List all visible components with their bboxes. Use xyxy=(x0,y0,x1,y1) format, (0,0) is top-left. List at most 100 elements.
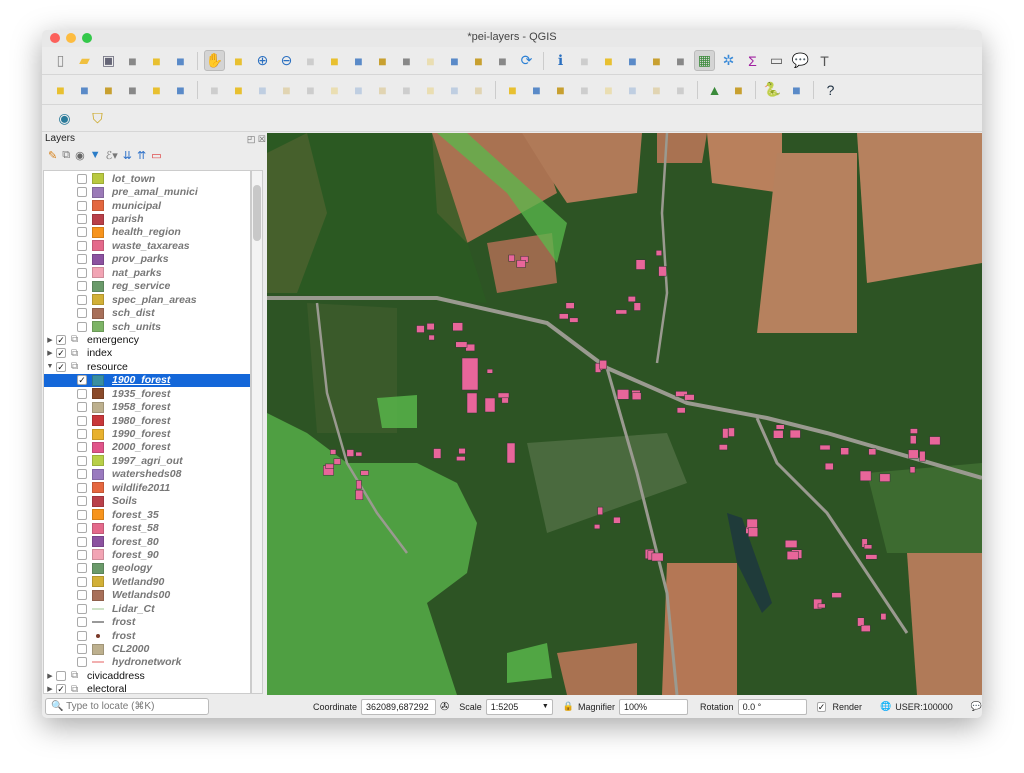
zoom-native-icon[interactable]: ■ xyxy=(300,50,321,71)
layer-visibility-checkbox[interactable]: ✓ xyxy=(77,375,87,386)
layer-visibility-checkbox[interactable] xyxy=(77,496,87,507)
expand-all-icon[interactable]: ⇊ xyxy=(123,149,132,162)
change-label-icon[interactable]: ■ xyxy=(646,79,667,100)
layer-item[interactable]: forest_90 xyxy=(44,548,250,561)
new-bookmark-icon[interactable]: ■ xyxy=(444,50,465,71)
visibility-icon[interactable]: ◉ xyxy=(75,149,85,162)
render-checkbox[interactable]: ✓ xyxy=(816,701,827,712)
expand-right-icon[interactable]: ▶ xyxy=(44,672,56,680)
save-project-icon[interactable]: ▣ xyxy=(98,50,119,71)
zoom-selection-icon[interactable]: ■ xyxy=(348,50,369,71)
layer-item[interactable]: reg_service xyxy=(44,280,250,293)
refresh-icon[interactable]: ⟳ xyxy=(516,50,537,71)
plugin-shield-icon[interactable]: ⛉ xyxy=(87,108,108,129)
digitize-layer-icon[interactable]: ■ xyxy=(170,79,191,100)
layer-item[interactable]: wildlife2011 xyxy=(44,481,250,494)
coordinate-field[interactable]: 362089,687292 xyxy=(361,698,436,715)
layer-visibility-checkbox[interactable] xyxy=(77,523,87,534)
remove-layer-icon[interactable]: ▭ xyxy=(151,149,161,162)
filter-icon[interactable]: ▼ xyxy=(90,149,101,161)
layer-item[interactable]: municipal xyxy=(44,199,250,212)
layer-visibility-checkbox[interactable] xyxy=(77,536,87,547)
diagram-icon[interactable]: ■ xyxy=(526,79,547,100)
expression-filter-icon[interactable]: ℰ▾ xyxy=(106,149,118,162)
zoom-next-icon[interactable]: ■ xyxy=(420,50,441,71)
expand-right-icon[interactable]: ▶ xyxy=(44,349,56,357)
layer-visibility-checkbox[interactable] xyxy=(77,388,87,399)
zoom-full-icon[interactable]: ■ xyxy=(324,50,345,71)
layer-item[interactable]: forest_80 xyxy=(44,535,250,548)
layer-group-emergency[interactable]: ▶ ✓ ⧉ emergency xyxy=(44,333,250,346)
layer-item[interactable]: frost xyxy=(44,615,250,628)
layer-visibility-checkbox[interactable] xyxy=(77,657,87,668)
expand-down-icon[interactable]: ▼ xyxy=(44,363,56,370)
magnifier-spinbox[interactable]: 100% xyxy=(619,698,689,715)
new-virtual-icon[interactable]: ■ xyxy=(146,79,167,100)
add-group-icon[interactable]: ⧉ xyxy=(62,149,70,162)
layer-item[interactable]: sch_units xyxy=(44,320,250,333)
layer-item[interactable]: 2000_forest xyxy=(44,441,250,454)
python-console-icon[interactable]: 🐍 xyxy=(762,79,783,100)
layer-item[interactable]: prov_parks xyxy=(44,253,250,266)
layer-visibility-checkbox[interactable] xyxy=(77,563,87,574)
layer-item[interactable]: ✓ 1900_forest xyxy=(44,373,250,387)
layer-item[interactable]: Wetlands00 xyxy=(44,589,250,602)
layer-visibility-checkbox[interactable] xyxy=(77,254,87,265)
collapse-all-icon[interactable]: ⇈ xyxy=(137,149,146,162)
layer-item[interactable]: forest_58 xyxy=(44,521,250,534)
layer-visibility-checkbox[interactable] xyxy=(77,281,87,292)
pan-hand-icon[interactable]: ✋ xyxy=(204,50,225,71)
text-annotation-icon[interactable]: T xyxy=(814,50,835,71)
layer-group-resource[interactable]: ▼ ✓ ⧉ resource xyxy=(44,360,250,373)
locator-search-input[interactable]: 🔍 Type to locate (⌘K) xyxy=(45,698,209,715)
crs-button[interactable]: USER:100000 xyxy=(895,702,953,712)
map-svg[interactable] xyxy=(267,133,982,695)
layer-visibility-checkbox[interactable] xyxy=(77,482,87,493)
layer-visibility-checkbox[interactable]: ✓ xyxy=(56,684,66,693)
plugin-circle-icon[interactable]: ◉ xyxy=(54,108,75,129)
identify-icon[interactable]: ℹ xyxy=(550,50,571,71)
layer-visibility-checkbox[interactable] xyxy=(77,294,87,305)
toolbox-icon[interactable]: ✲ xyxy=(718,50,739,71)
paste-icon[interactable]: ■ xyxy=(420,79,441,100)
layer-item[interactable]: CL2000 xyxy=(44,642,250,655)
style-manager-icon[interactable]: ■ xyxy=(170,50,191,71)
layer-item[interactable]: hydronetwork xyxy=(44,656,250,669)
open-project-icon[interactable]: ▰ xyxy=(74,50,95,71)
zoom-last-icon[interactable]: ■ xyxy=(396,50,417,71)
style-icon[interactable]: ✎ xyxy=(48,149,57,162)
field-calculator-icon[interactable]: Σ xyxy=(742,50,763,71)
add-feature-icon[interactable]: ■ xyxy=(276,79,297,100)
undo-icon[interactable]: ■ xyxy=(444,79,465,100)
deselect-icon[interactable]: ■ xyxy=(646,50,667,71)
layer-item[interactable]: pre_amal_munici xyxy=(44,185,250,198)
help-icon[interactable]: ? xyxy=(820,79,841,100)
close-button[interactable] xyxy=(50,33,60,43)
select-value-icon[interactable]: ■ xyxy=(622,50,643,71)
layer-visibility-checkbox[interactable] xyxy=(77,576,87,587)
layer-item[interactable]: 1990_forest xyxy=(44,427,250,440)
show-label-icon[interactable]: ■ xyxy=(670,79,691,100)
scale-combobox[interactable]: 1:5205 ▼ xyxy=(485,698,553,715)
layer-item[interactable]: waste_taxareas xyxy=(44,239,250,252)
layer-visibility-checkbox[interactable]: ✓ xyxy=(56,334,66,345)
layer-visibility-checkbox[interactable] xyxy=(77,455,87,466)
layer-visibility-checkbox[interactable] xyxy=(77,240,87,251)
layer-item[interactable]: frost xyxy=(44,629,250,642)
crs-globe-icon[interactable]: 🌐 xyxy=(880,701,891,712)
layer-item[interactable]: 1997_agri_out xyxy=(44,454,250,467)
save-as-icon[interactable]: ■ xyxy=(122,50,143,71)
move-label-icon[interactable]: ■ xyxy=(598,79,619,100)
new-geopackage-icon[interactable]: ■ xyxy=(74,79,95,100)
layer-visibility-checkbox[interactable] xyxy=(77,469,87,480)
layer-tree-scrollbar[interactable] xyxy=(251,170,263,694)
zoom-button[interactable] xyxy=(82,33,92,43)
layer-group-electoral[interactable]: ▶ ✓ ⧉ electoral xyxy=(44,683,250,693)
layer-group-index[interactable]: ▶ ✓ ⧉ index xyxy=(44,347,250,360)
new-project-icon[interactable]: ▯ xyxy=(50,50,71,71)
layer-visibility-checkbox[interactable] xyxy=(77,644,87,655)
layer-item[interactable]: 1980_forest xyxy=(44,414,250,427)
map-tips-icon[interactable]: 💬 xyxy=(790,50,811,71)
zoom-out-icon[interactable]: ⊖ xyxy=(276,50,297,71)
attribute-table-icon[interactable]: ■ xyxy=(670,50,691,71)
